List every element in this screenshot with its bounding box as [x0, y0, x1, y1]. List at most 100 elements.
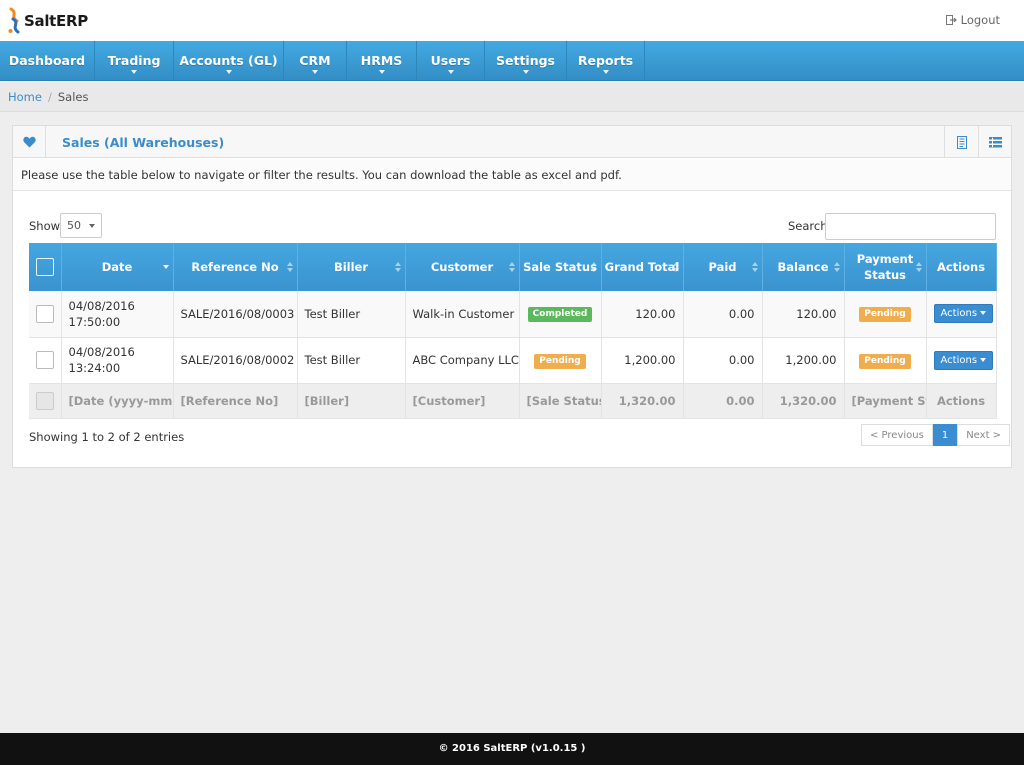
- panel-title: Sales (All Warehouses): [62, 135, 225, 150]
- nav-trading[interactable]: Trading: [95, 41, 174, 81]
- date-line: 04/08/2016: [68, 298, 135, 313]
- sale-status-cell: Completed: [519, 291, 602, 338]
- col-label: Biller: [333, 260, 369, 274]
- breadcrumb-home[interactable]: Home: [8, 90, 42, 104]
- col-actions: Actions: [926, 243, 997, 291]
- col-date[interactable]: Date: [61, 243, 174, 291]
- reference-cell: SALE/2016/08/0002: [173, 337, 298, 384]
- nav-reports[interactable]: Reports: [567, 41, 645, 81]
- logo-suffix: ERP: [56, 12, 88, 30]
- breadcrumb: Home / Sales: [0, 82, 1024, 112]
- logo[interactable]: SaltERP: [8, 7, 88, 35]
- logout-link[interactable]: Logout: [945, 13, 1000, 27]
- list-icon: [989, 136, 1002, 147]
- caret-down-icon: [980, 311, 987, 316]
- col-label: Balance: [777, 260, 829, 274]
- chevron-down-icon: [89, 224, 95, 228]
- nav-label: Dashboard: [8, 53, 86, 68]
- actions-label: Actions: [940, 308, 978, 320]
- col-payment-status[interactable]: Payment Status: [844, 243, 927, 291]
- prev-page-button[interactable]: < Previous: [861, 424, 933, 446]
- col-customer[interactable]: Customer: [405, 243, 520, 291]
- date-line: 04/08/2016: [68, 345, 135, 359]
- grand-total-sum: 1,320.00: [601, 383, 684, 419]
- row-checkbox[interactable]: [35, 304, 54, 323]
- balance-cell: 120.00: [762, 291, 845, 338]
- sort-icon: [672, 262, 679, 272]
- excel-download-button[interactable]: [978, 126, 1012, 158]
- table-row[interactable]: 04/08/2016 17:50:00 SALE/2016/08/0003 Tes…: [29, 291, 997, 338]
- panel-intro: Please use the table below to navigate o…: [13, 159, 1011, 191]
- row-actions-button[interactable]: Actions: [933, 350, 994, 370]
- actions-footer: Actions: [926, 383, 997, 419]
- sort-desc-icon: [162, 262, 169, 272]
- col-label: Payment Status: [856, 252, 914, 282]
- reference-cell: SALE/2016/08/0003: [173, 291, 298, 338]
- table-footer-row: [Date (yyyy-mm-dd)] [Reference No] [Bill…: [29, 383, 997, 419]
- nav-label: HRMS: [360, 53, 403, 68]
- page-1-button[interactable]: 1: [932, 424, 958, 446]
- nav-crm[interactable]: CRM: [284, 41, 347, 81]
- pdf-download-button[interactable]: [944, 126, 978, 158]
- sort-icon: [508, 262, 515, 272]
- reference-filter[interactable]: [Reference No]: [173, 383, 298, 419]
- nav-label: Accounts (GL): [179, 53, 278, 68]
- next-page-button[interactable]: Next >: [957, 424, 1011, 446]
- footer-select-cell: [29, 383, 62, 419]
- biller-cell: Test Biller: [297, 291, 406, 338]
- nav-settings[interactable]: Settings: [485, 41, 567, 81]
- paid-cell: 0.00: [683, 291, 763, 338]
- table-row[interactable]: 04/08/2016 13:24:00 SALE/2016/08/0002 Tes…: [29, 337, 997, 384]
- heart-icon-box: [13, 126, 46, 158]
- select-all-checkbox[interactable]: [35, 258, 54, 276]
- show-label: Show: [29, 219, 61, 233]
- caret-down-icon: [378, 70, 385, 74]
- status-badge: Pending: [859, 307, 911, 323]
- payment-status-filter[interactable]: [Payment Status]: [844, 383, 927, 419]
- biller-cell: Test Biller: [297, 337, 406, 384]
- page-size-value: 50: [67, 219, 81, 232]
- time-line: 13:24:00: [68, 361, 121, 375]
- sale-status-filter[interactable]: [Sale Status]: [519, 383, 602, 419]
- col-sale-status[interactable]: Sale Status: [519, 243, 602, 291]
- sort-icon: [286, 262, 293, 272]
- col-balance[interactable]: Balance: [762, 243, 845, 291]
- col-reference[interactable]: Reference No: [173, 243, 298, 291]
- actions-cell: Actions: [926, 337, 997, 384]
- caret-down-icon: [225, 70, 232, 74]
- col-paid[interactable]: Paid: [683, 243, 763, 291]
- date-cell: 04/08/2016 13:24:00: [61, 337, 174, 384]
- col-grand-total[interactable]: Grand Total: [601, 243, 684, 291]
- sort-icon: [751, 262, 758, 272]
- breadcrumb-current: Sales: [57, 90, 89, 104]
- col-label: Actions: [936, 260, 986, 274]
- row-checkbox[interactable]: [35, 351, 54, 369]
- top-bar: SaltERP Logout: [0, 0, 1024, 41]
- table-header-row: Date Reference No Biller Customer Sale S…: [29, 243, 997, 291]
- nav-label: CRM: [299, 53, 331, 68]
- biller-filter[interactable]: [Biller]: [297, 383, 406, 419]
- nav-dashboard[interactable]: Dashboard: [0, 41, 95, 81]
- date-filter[interactable]: [Date (yyyy-mm-dd)]: [61, 383, 174, 419]
- caret-down-icon: [602, 70, 609, 74]
- nav-hrms[interactable]: HRMS: [347, 41, 417, 81]
- nav-users[interactable]: Users: [417, 41, 485, 81]
- sort-icon: [590, 262, 597, 272]
- page-size-select[interactable]: 50: [60, 213, 102, 238]
- entries-info: Showing 1 to 2 of 2 entries: [29, 430, 185, 444]
- date-cell: 04/08/2016 17:50:00: [61, 291, 174, 338]
- col-label: Customer: [430, 260, 494, 274]
- sort-icon: [394, 262, 401, 272]
- row-actions-button[interactable]: Actions: [933, 304, 994, 324]
- caret-down-icon: [312, 70, 318, 74]
- col-biller[interactable]: Biller: [297, 243, 406, 291]
- balance-sum: 1,320.00: [762, 383, 845, 419]
- document-icon: [956, 135, 967, 149]
- customer-filter[interactable]: [Customer]: [405, 383, 520, 419]
- logout-label: Logout: [960, 13, 1000, 27]
- search-input[interactable]: [825, 213, 996, 240]
- caret-down-icon: [522, 70, 529, 74]
- nav-accounts[interactable]: Accounts (GL): [174, 41, 284, 81]
- sale-status-cell: Pending: [519, 337, 602, 384]
- caret-down-icon: [980, 357, 987, 362]
